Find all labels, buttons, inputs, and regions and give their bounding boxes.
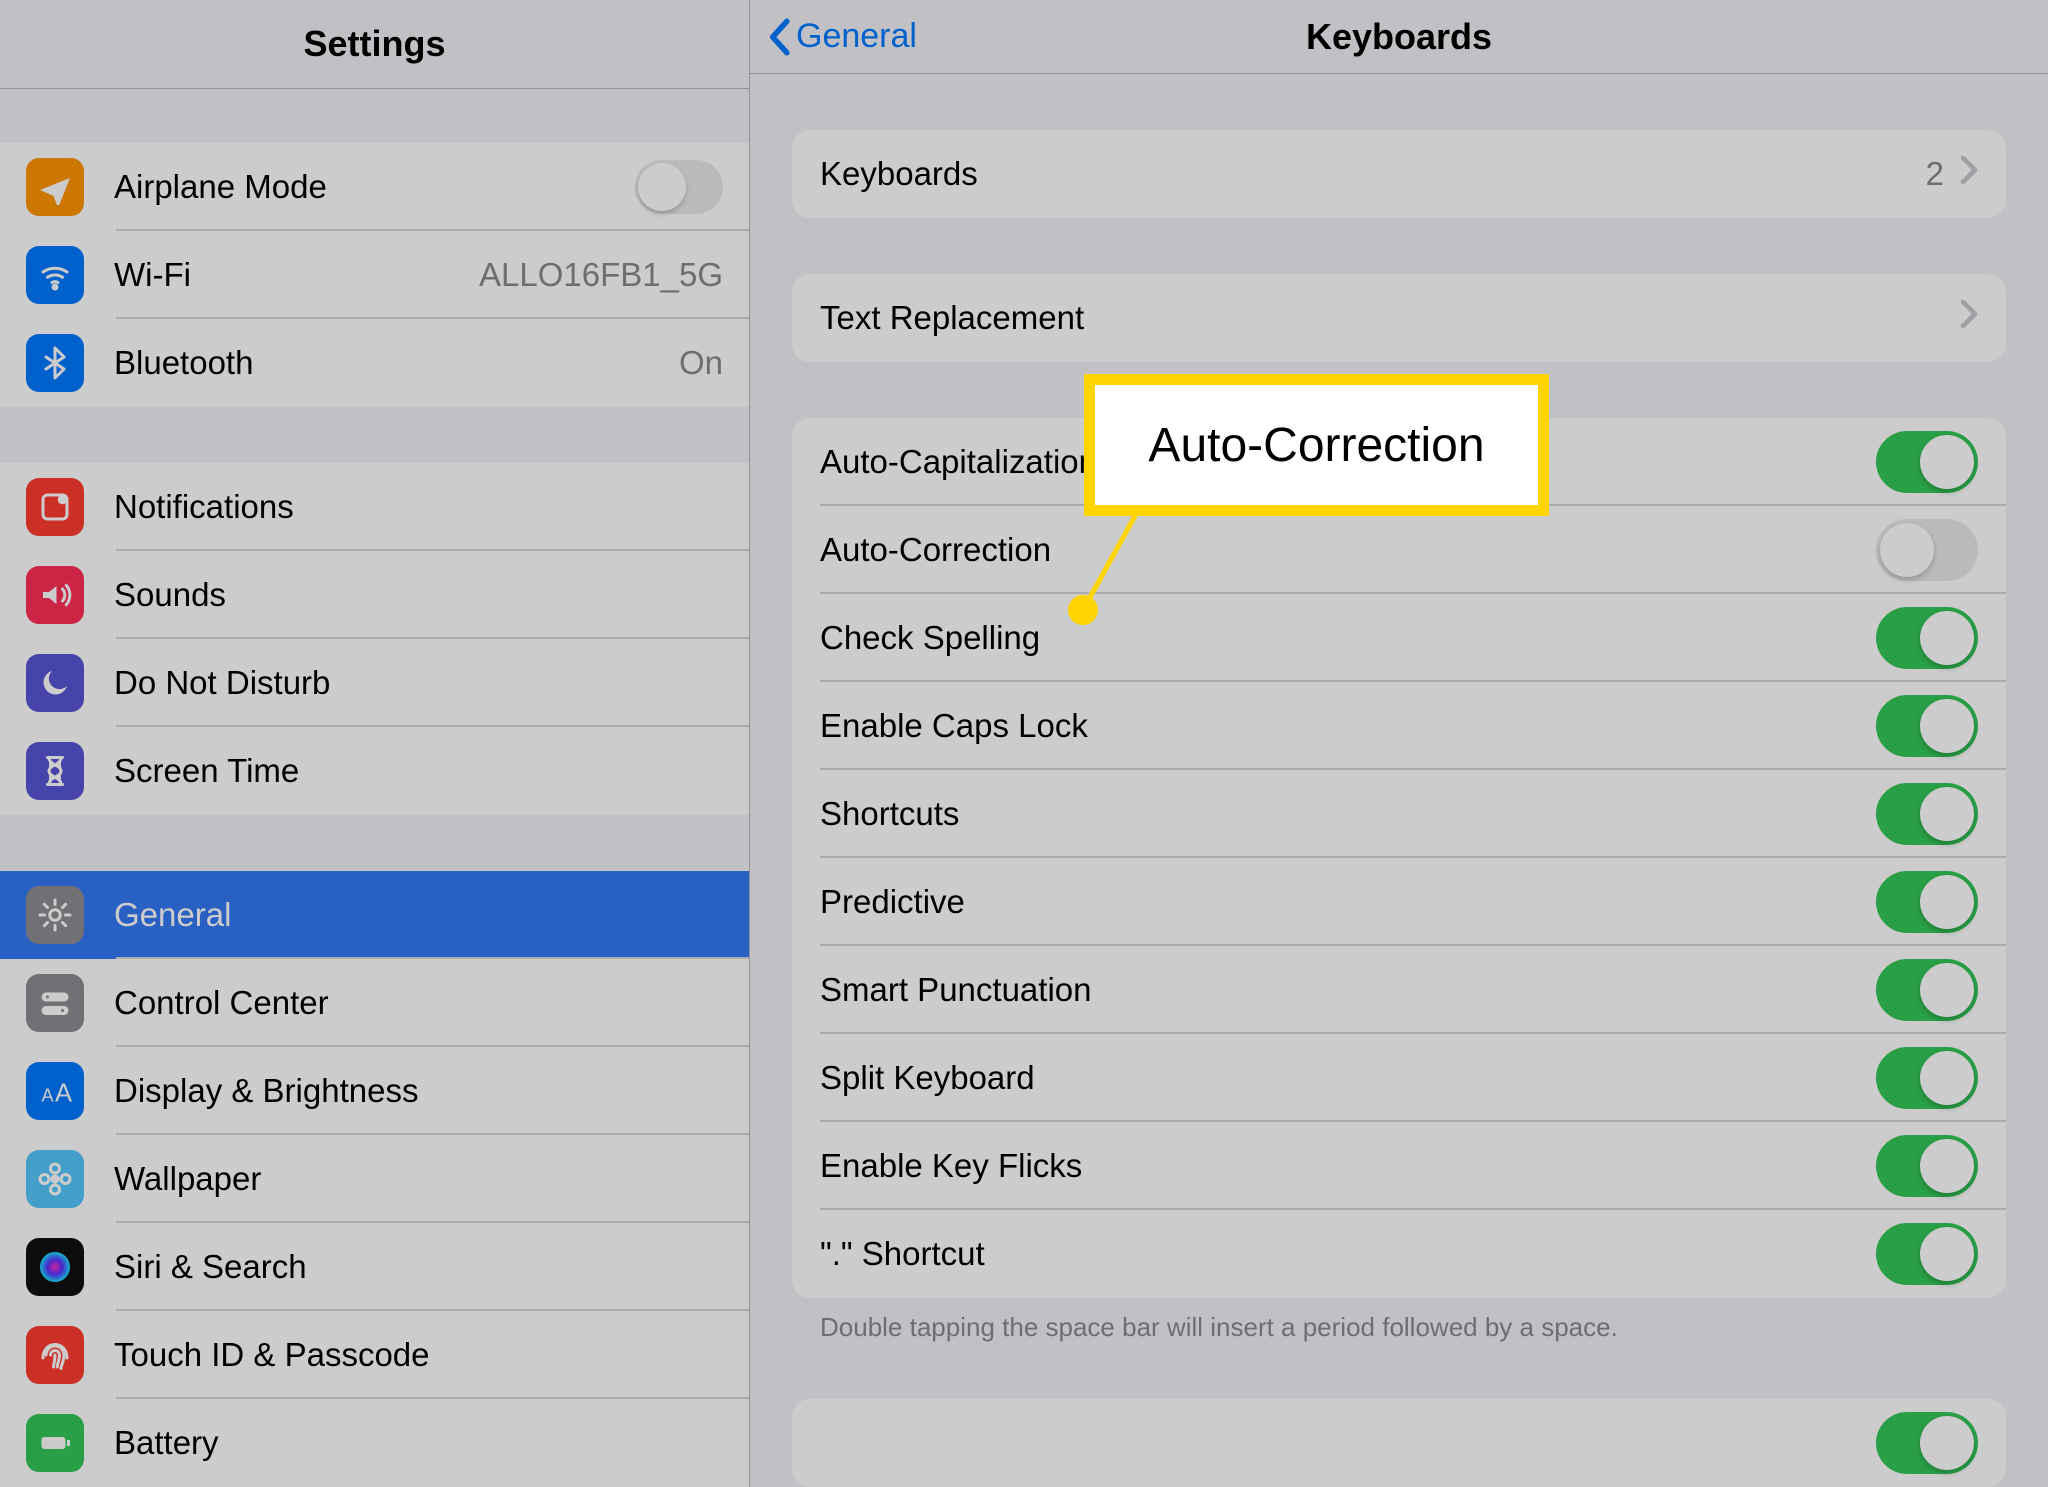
toggle-autocorrect[interactable] xyxy=(1876,519,1978,581)
toggle-capslock[interactable] xyxy=(1876,695,1978,757)
toggle-dotshortcut[interactable] xyxy=(1876,1223,1978,1285)
detail-row-label: Enable Caps Lock xyxy=(820,707,1876,745)
detail-row-shortcuts[interactable]: Shortcuts xyxy=(792,770,2006,858)
detail-row-autocorrect[interactable]: Auto-Correction xyxy=(792,506,2006,594)
detail-row-spelling[interactable]: Check Spelling xyxy=(792,594,2006,682)
chevron-right-icon xyxy=(1960,299,1978,337)
sidebar-item-label: Bluetooth xyxy=(114,344,679,382)
sidebar-item-general[interactable]: General xyxy=(0,871,749,959)
sidebar-item-bluetooth[interactable]: BluetoothOn xyxy=(0,319,749,407)
sidebar-item-label: Siri & Search xyxy=(114,1248,723,1286)
text-size-icon: AA xyxy=(26,1062,84,1120)
siri-icon xyxy=(26,1238,84,1296)
notifications-icon xyxy=(26,478,84,536)
toggle-spelling[interactable] xyxy=(1876,607,1978,669)
settings-sidebar: Settings Airplane ModeWi-FiALLO16FB1_5GB… xyxy=(0,0,750,1487)
detail-row-autocap[interactable]: Auto-Capitalization xyxy=(792,418,2006,506)
hourglass-icon xyxy=(26,742,84,800)
toggle-smartpunct[interactable] xyxy=(1876,959,1978,1021)
detail-row-nextsection[interactable] xyxy=(792,1399,2006,1487)
toggle-airplane[interactable] xyxy=(635,160,723,214)
detail-header: General Keyboards xyxy=(750,0,2048,74)
sidebar-item-dnd[interactable]: Do Not Disturb xyxy=(0,639,749,727)
detail-row-capslock[interactable]: Enable Caps Lock xyxy=(792,682,2006,770)
moon-icon xyxy=(26,654,84,712)
sidebar-item-label: Touch ID & Passcode xyxy=(114,1336,723,1374)
detail-row-label: Keyboards xyxy=(820,155,1926,193)
detail-row-dotshortcut[interactable]: "." Shortcut xyxy=(792,1210,2006,1298)
detail-row-label: Predictive xyxy=(820,883,1876,921)
sidebar-item-airplane[interactable]: Airplane Mode xyxy=(0,143,749,231)
detail-pane: General Keyboards Keyboards2Text Replace… xyxy=(750,0,2048,1487)
sidebar-item-battery[interactable]: Battery xyxy=(0,1399,749,1487)
sidebar-item-label: Battery xyxy=(114,1424,723,1462)
detail-row-value: 2 xyxy=(1926,155,1944,193)
detail-row-label: "." Shortcut xyxy=(820,1235,1876,1273)
battery-icon xyxy=(26,1414,84,1472)
detail-row-textreplacement[interactable]: Text Replacement xyxy=(792,274,2006,362)
sidebar-item-label: Display & Brightness xyxy=(114,1072,723,1110)
bluetooth-icon xyxy=(26,334,84,392)
detail-row-splitkb[interactable]: Split Keyboard xyxy=(792,1034,2006,1122)
detail-row-label: Shortcuts xyxy=(820,795,1876,833)
detail-row-label: Split Keyboard xyxy=(820,1059,1876,1097)
svg-text:A: A xyxy=(42,1086,54,1106)
detail-row-predictive[interactable]: Predictive xyxy=(792,858,2006,946)
sidebar-item-label: Airplane Mode xyxy=(114,168,635,206)
detail-row-smartpunct[interactable]: Smart Punctuation xyxy=(792,946,2006,1034)
detail-row-keyboards[interactable]: Keyboards2 xyxy=(792,130,2006,218)
sidebar-item-label: Notifications xyxy=(114,488,723,526)
sounds-icon xyxy=(26,566,84,624)
flower-icon xyxy=(26,1150,84,1208)
detail-row-label: Auto-Capitalization xyxy=(820,443,1876,481)
sidebar-item-touchid[interactable]: Touch ID & Passcode xyxy=(0,1311,749,1399)
sidebar-item-wifi[interactable]: Wi-FiALLO16FB1_5G xyxy=(0,231,749,319)
sidebar-item-controlcenter[interactable]: Control Center xyxy=(0,959,749,1047)
sidebar-item-screentime[interactable]: Screen Time xyxy=(0,727,749,815)
toggle-predictive[interactable] xyxy=(1876,871,1978,933)
sidebar-item-notifications[interactable]: Notifications xyxy=(0,463,749,551)
airplane-icon xyxy=(26,158,84,216)
sidebar-item-value: ALLO16FB1_5G xyxy=(479,256,723,294)
detail-title: Keyboards xyxy=(1306,16,1492,58)
fingerprint-icon xyxy=(26,1326,84,1384)
detail-row-label: Auto-Correction xyxy=(820,531,1876,569)
sidebar-item-value: On xyxy=(679,344,723,382)
detail-row-label: Check Spelling xyxy=(820,619,1876,657)
sidebar-item-siri[interactable]: Siri & Search xyxy=(0,1223,749,1311)
detail-row-label: Text Replacement xyxy=(820,299,1960,337)
toggle-autocap[interactable] xyxy=(1876,431,1978,493)
detail-row-label: Smart Punctuation xyxy=(820,971,1876,1009)
sidebar-item-label: Screen Time xyxy=(114,752,723,790)
svg-text:A: A xyxy=(55,1080,72,1108)
back-label: General xyxy=(796,17,917,56)
sidebar-item-label: Control Center xyxy=(114,984,723,1022)
sidebar-item-label: General xyxy=(114,896,723,934)
sidebar-title: Settings xyxy=(303,23,445,65)
section-footer: Double tapping the space bar will insert… xyxy=(792,1298,2006,1343)
chevron-right-icon xyxy=(1960,155,1978,193)
sidebar-item-label: Wi-Fi xyxy=(114,256,479,294)
sidebar-item-wallpaper[interactable]: Wallpaper xyxy=(0,1135,749,1223)
toggle-nextsection[interactable] xyxy=(1876,1412,1978,1474)
wifi-icon xyxy=(26,246,84,304)
sidebar-item-sounds[interactable]: Sounds xyxy=(0,551,749,639)
sidebar-item-label: Sounds xyxy=(114,576,723,614)
sidebar-item-label: Wallpaper xyxy=(114,1160,723,1198)
toggle-splitkb[interactable] xyxy=(1876,1047,1978,1109)
sidebar-item-display[interactable]: AA Display & Brightness xyxy=(0,1047,749,1135)
back-button[interactable]: General xyxy=(768,17,917,56)
sidebar-header: Settings xyxy=(0,0,749,89)
detail-row-keyflicks[interactable]: Enable Key Flicks xyxy=(792,1122,2006,1210)
detail-row-label: Enable Key Flicks xyxy=(820,1147,1876,1185)
toggle-shortcuts[interactable] xyxy=(1876,783,1978,845)
toggle-keyflicks[interactable] xyxy=(1876,1135,1978,1197)
sidebar-item-label: Do Not Disturb xyxy=(114,664,723,702)
chevron-left-icon xyxy=(768,18,790,56)
gear-icon xyxy=(26,886,84,944)
toggles-icon xyxy=(26,974,84,1032)
